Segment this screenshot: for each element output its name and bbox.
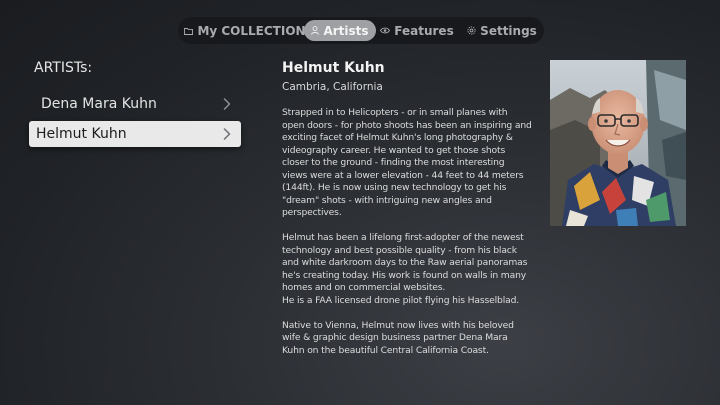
artist-list-item-label: Helmut Kuhn — [36, 126, 127, 142]
tab-artists[interactable]: Artists — [304, 20, 376, 41]
tab-features[interactable]: Features — [380, 20, 454, 41]
artist-portrait-photo — [550, 60, 686, 226]
person-icon — [311, 26, 320, 35]
folder-icon — [184, 27, 194, 35]
bio-paragraph: He is a FAA licensed drone pilot flying … — [282, 294, 520, 306]
tab-my-collection[interactable]: My COLLECTION — [184, 20, 306, 41]
artist-biography: Strapped in to Helicopters - or in small… — [282, 107, 532, 370]
eye-icon — [380, 27, 391, 34]
gear-icon — [467, 26, 476, 35]
chevron-right-icon — [223, 98, 231, 110]
artist-name-title: Helmut Kuhn — [282, 60, 385, 76]
bio-paragraph: Helmut has been a lifelong first-adopter… — [282, 232, 532, 295]
top-tab-bar: My COLLECTION Artists Features Settings — [178, 17, 544, 44]
bio-paragraph-text: Helmut has been a lifelong first-adopter… — [282, 232, 528, 293]
tab-my-collection-label: My COLLECTION — [197, 23, 306, 38]
tab-settings-label: Settings — [480, 23, 537, 38]
artist-list-item-dena-mara-kuhn[interactable]: Dena Mara Kuhn — [29, 91, 241, 117]
tab-features-label: Features — [394, 23, 454, 38]
bio-paragraph: Native to Vienna, Helmut now lives with … — [282, 319, 514, 356]
tab-artists-label: Artists — [323, 23, 369, 38]
tab-settings[interactable]: Settings — [466, 20, 538, 41]
artist-location: Cambria, California — [282, 81, 383, 93]
artist-list-item-label: Dena Mara Kuhn — [41, 96, 157, 112]
artist-list-item-helmut-kuhn[interactable]: Helmut Kuhn — [29, 121, 241, 147]
chevron-right-icon — [223, 128, 231, 140]
bio-paragraph: Strapped in to Helicopters - or in small… — [282, 107, 532, 218]
artist-list-heading: ARTISTs: — [34, 60, 93, 76]
